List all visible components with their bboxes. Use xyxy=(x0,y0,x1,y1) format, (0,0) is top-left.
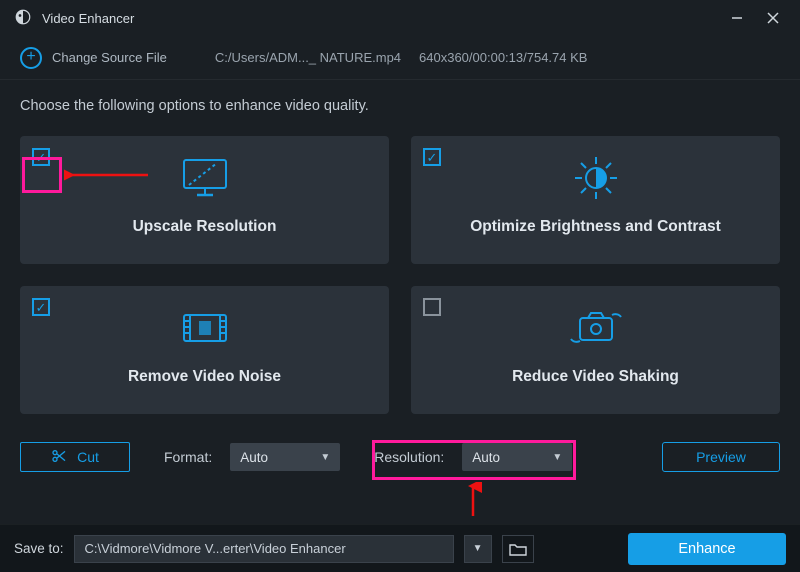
instruction-text: Choose the following options to enhance … xyxy=(20,98,780,114)
save-path-value: C:\Vidmore\Vidmore V...erter\Video Enhan… xyxy=(85,541,346,556)
save-to-label: Save to: xyxy=(14,541,64,556)
format-label: Format: xyxy=(164,449,212,465)
sun-contrast-icon xyxy=(568,150,624,206)
change-source-button[interactable]: Change Source File xyxy=(20,47,167,69)
preview-button[interactable]: Preview xyxy=(662,442,780,472)
source-file-info: 640x360/00:00:13/754.74 KB xyxy=(419,50,587,65)
enhance-button[interactable]: Enhance xyxy=(628,533,786,565)
app-icon xyxy=(14,8,32,29)
cut-label: Cut xyxy=(77,449,99,465)
card-label: Remove Video Noise xyxy=(128,368,281,386)
checkbox-brightness[interactable]: ✓ xyxy=(423,148,441,166)
source-file-path: C:/Users/ADM..._ NATURE.mp4 xyxy=(215,50,401,65)
main-panel: Choose the following options to enhance … xyxy=(0,80,800,472)
options-grid: ✓ Upscale Resolution ✓ xyxy=(20,136,780,414)
film-noise-icon xyxy=(176,300,234,356)
annotation-arrow-resolution xyxy=(464,482,482,518)
camera-shake-icon xyxy=(566,300,626,356)
resolution-value: Auto xyxy=(472,450,500,465)
save-path-field[interactable]: C:\Vidmore\Vidmore V...erter\Video Enhan… xyxy=(74,535,454,563)
checkbox-noise[interactable]: ✓ xyxy=(32,298,50,316)
format-select[interactable]: Auto ▼ xyxy=(230,443,340,471)
monitor-icon xyxy=(177,150,233,206)
scissors-icon xyxy=(51,448,67,467)
card-label: Optimize Brightness and Contrast xyxy=(470,218,721,236)
cut-button[interactable]: Cut xyxy=(20,442,130,472)
card-upscale-resolution[interactable]: ✓ Upscale Resolution xyxy=(20,136,389,264)
minimize-button[interactable] xyxy=(724,5,750,31)
controls-row: Cut Format: Auto ▼ Resolution: Auto ▼ Pr… xyxy=(20,442,780,472)
save-path-dropdown[interactable]: ▼ xyxy=(464,535,492,563)
plus-circle-icon xyxy=(20,47,42,69)
card-reduce-shaking[interactable]: ✓ Reduce Video Shaking xyxy=(411,286,780,414)
format-value: Auto xyxy=(240,450,268,465)
chevron-down-icon: ▼ xyxy=(320,452,330,463)
card-remove-noise[interactable]: ✓ Remove Video Noise xyxy=(20,286,389,414)
change-source-label: Change Source File xyxy=(52,50,167,65)
resolution-label: Resolution: xyxy=(374,449,444,465)
app-title: Video Enhancer xyxy=(42,11,134,26)
title-bar: Video Enhancer xyxy=(0,0,800,36)
folder-icon xyxy=(509,542,527,556)
chevron-down-icon: ▼ xyxy=(552,452,562,463)
resolution-select[interactable]: Auto ▼ xyxy=(462,443,572,471)
browse-folder-button[interactable] xyxy=(502,535,534,563)
footer-bar: Save to: C:\Vidmore\Vidmore V...erter\Vi… xyxy=(0,524,800,572)
close-button[interactable] xyxy=(760,5,786,31)
preview-label: Preview xyxy=(696,449,746,465)
checkbox-shaking[interactable]: ✓ xyxy=(423,298,441,316)
chevron-down-icon: ▼ xyxy=(473,543,483,554)
enhance-label: Enhance xyxy=(678,541,735,557)
card-optimize-brightness[interactable]: ✓ Optimize Brightness and Contrast xyxy=(411,136,780,264)
source-file-row: Change Source File C:/Users/ADM..._ NATU… xyxy=(0,36,800,80)
checkbox-upscale[interactable]: ✓ xyxy=(32,148,50,166)
card-label: Upscale Resolution xyxy=(133,218,277,236)
card-label: Reduce Video Shaking xyxy=(512,368,679,386)
